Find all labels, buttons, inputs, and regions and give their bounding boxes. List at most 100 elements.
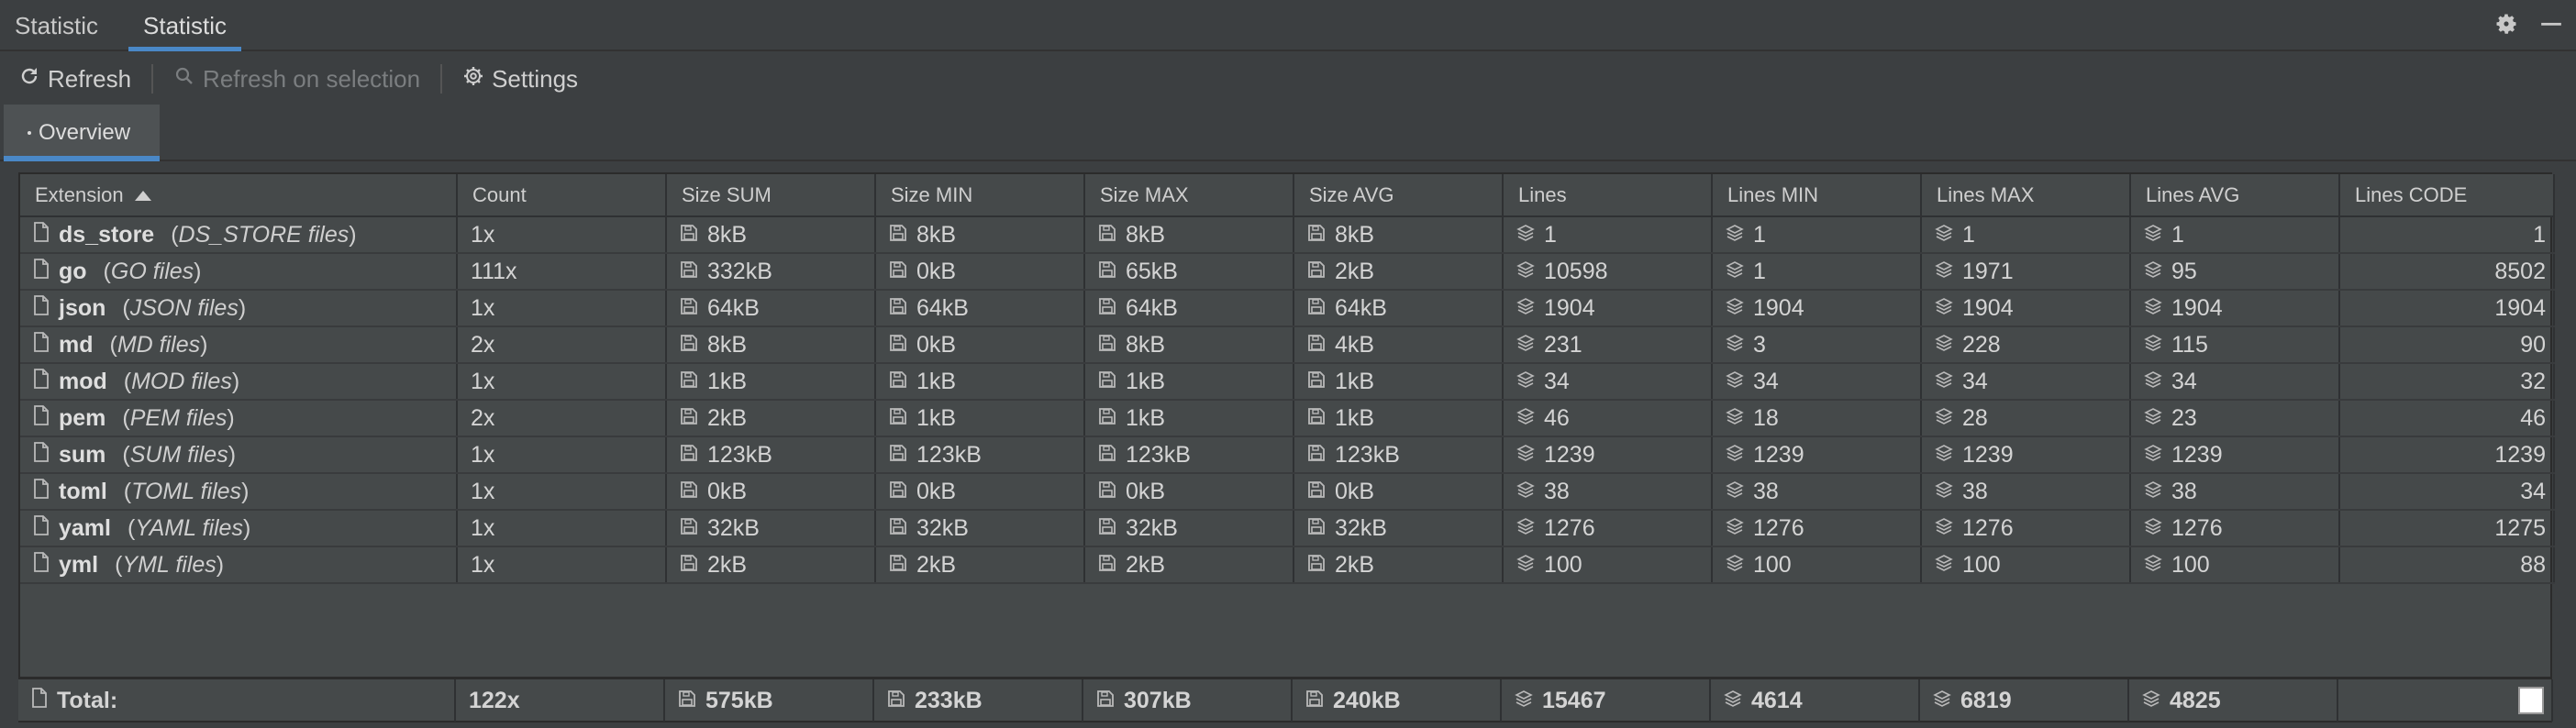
table-row[interactable]: pem (PEM files) 2x 2kB 1kB 1kB 1kB 46 18 28 23 46 xyxy=(20,400,2555,437)
cell-size-sum: 332kB xyxy=(666,253,876,291)
cell-lines-min: 3 xyxy=(1712,326,1922,364)
column-header-lines-max[interactable]: Lines MAX xyxy=(1921,174,2131,217)
cell-lines-max: 34 xyxy=(1921,363,2131,401)
layers-icon xyxy=(2142,688,2160,714)
table-row[interactable]: json (JSON files) 1x 64kB 64kB 64kB 64kB 1904 19… xyxy=(20,290,2555,327)
search-icon xyxy=(173,65,195,94)
table-row[interactable]: ds_store (DS_STORE files) 1x 8kB 8kB 8kB 8kB 1 1… xyxy=(20,216,2555,254)
layers-icon xyxy=(1726,479,1744,505)
table-row[interactable]: yaml (YAML files) 1x 32kB 32kB 32kB 32kB 1276 12… xyxy=(20,510,2555,547)
disk-icon xyxy=(1098,405,1116,432)
refresh-icon xyxy=(18,65,40,94)
cell-lines-code: 1904 xyxy=(2339,290,2555,327)
file-icon xyxy=(33,331,50,358)
disk-icon xyxy=(1096,688,1115,714)
layers-icon xyxy=(2144,332,2162,358)
disk-icon xyxy=(678,688,696,714)
total-size-min: 233kB xyxy=(873,679,1083,722)
cell-lines-avg: 1904 xyxy=(2130,290,2340,327)
layers-icon xyxy=(2144,405,2162,432)
cell-lines-code: 46 xyxy=(2339,400,2555,437)
cell-lines-max: 1 xyxy=(1921,216,2131,254)
table-row[interactable]: yml (YML files) 1x 2kB 2kB 2kB 2kB 100 100 100 100… xyxy=(20,546,2555,584)
cell-size-sum: 0kB xyxy=(666,473,876,511)
column-header-lines-avg[interactable]: Lines AVG xyxy=(2130,174,2340,217)
cell-lines-min: 100 xyxy=(1712,546,1922,584)
column-header-count[interactable]: Count xyxy=(457,174,667,217)
total-lines-avg: 4825 xyxy=(2128,679,2338,722)
table-row[interactable]: go (GO files) 111x 332kB 0kB 65kB 2kB 10598 1 197… xyxy=(20,253,2555,291)
cell-lines-min: 1 xyxy=(1712,253,1922,291)
cell-size-min: 1kB xyxy=(875,400,1085,437)
settings-button[interactable]: Settings xyxy=(462,53,578,105)
tab-overview[interactable]: Overview xyxy=(4,105,160,161)
settings-gear-icon xyxy=(462,65,484,94)
cell-size-max: 0kB xyxy=(1084,473,1294,511)
disk-icon xyxy=(889,515,907,542)
tab-statistic-2[interactable]: Statistic xyxy=(128,0,242,51)
column-header-lines-code[interactable]: Lines CODE xyxy=(2339,174,2555,217)
disk-icon xyxy=(889,405,907,432)
cell-lines-min: 1904 xyxy=(1712,290,1922,327)
layers-icon xyxy=(2144,515,2162,542)
layers-icon xyxy=(1935,442,1953,469)
column-header-lines-min[interactable]: Lines MIN xyxy=(1712,174,1922,217)
disk-icon xyxy=(1307,479,1326,505)
cell-extension: go (GO files) xyxy=(20,253,458,291)
disk-icon xyxy=(1307,295,1326,322)
file-icon xyxy=(33,221,50,248)
column-header-size-max[interactable]: Size MAX xyxy=(1084,174,1294,217)
refresh-on-selection-button[interactable]: Refresh on selection xyxy=(173,53,420,105)
refresh-label: Refresh xyxy=(48,64,132,93)
layers-icon xyxy=(1515,688,1533,714)
cell-size-max: 65kB xyxy=(1084,253,1294,291)
disk-icon xyxy=(1307,442,1326,469)
cell-size-avg: 64kB xyxy=(1294,290,1504,327)
cell-size-max: 8kB xyxy=(1084,216,1294,254)
content-tabs: Overview xyxy=(0,105,2576,161)
gear-icon[interactable] xyxy=(2493,11,2519,41)
column-header-extension[interactable]: Extension xyxy=(20,174,458,217)
sort-ascending-icon xyxy=(134,191,151,202)
cell-lines: 1904 xyxy=(1503,290,1713,327)
cell-size-min: 0kB xyxy=(875,253,1085,291)
cell-size-avg: 2kB xyxy=(1294,253,1504,291)
total-lines-max: 6819 xyxy=(1919,679,2129,722)
column-header-size-sum[interactable]: Size SUM xyxy=(666,174,876,217)
tab-statistic-1[interactable]: Statistic xyxy=(0,0,113,51)
layers-icon xyxy=(1935,405,1953,432)
layers-icon xyxy=(1726,515,1744,542)
disk-icon xyxy=(1307,222,1326,248)
column-header-size-avg[interactable]: Size AVG xyxy=(1294,174,1504,217)
column-header-lines[interactable]: Lines xyxy=(1503,174,1713,217)
table-row[interactable]: sum (SUM files) 1x 123kB 123kB 123kB 123kB 1239… xyxy=(20,436,2555,474)
layers-icon xyxy=(1933,688,1951,714)
cell-size-min: 0kB xyxy=(875,473,1085,511)
refresh-button[interactable]: Refresh xyxy=(18,53,131,105)
layers-icon xyxy=(1516,295,1535,322)
statistics-table: Extension Count Size SUM Size MIN Size M… xyxy=(18,172,2555,722)
layers-icon xyxy=(1935,259,1953,285)
table-row[interactable]: md (MD files) 2x 8kB 0kB 8kB 4kB 231 3 228 115 90 xyxy=(20,326,2555,364)
layers-icon xyxy=(1935,552,1953,579)
cell-lines-code: 32 xyxy=(2339,363,2555,401)
cell-size-min: 8kB xyxy=(875,216,1085,254)
disk-icon xyxy=(680,479,698,505)
file-icon xyxy=(33,514,50,542)
cell-count: 2x xyxy=(457,400,667,437)
total-row: Total: 122x 575kB 233kB 307kB 240kB 15467 4614 6… xyxy=(18,677,2553,722)
disk-icon xyxy=(680,405,698,432)
table-row[interactable]: toml (TOML files) 1x 0kB 0kB 0kB 0kB 38 38 38 38 34 xyxy=(20,473,2555,511)
layers-icon xyxy=(2144,295,2162,322)
file-icon xyxy=(31,687,48,714)
tab-overview-label: Overview xyxy=(39,120,131,145)
layers-icon xyxy=(1726,332,1744,358)
cell-count: 1x xyxy=(457,363,667,401)
cell-size-sum: 64kB xyxy=(666,290,876,327)
minimize-icon[interactable] xyxy=(2539,12,2563,40)
cell-lines-avg: 23 xyxy=(2130,400,2340,437)
layers-icon xyxy=(1516,332,1535,358)
table-row[interactable]: mod (MOD files) 1x 1kB 1kB 1kB 1kB 34 34 34 34 32 xyxy=(20,363,2555,401)
cell-lines-max: 1239 xyxy=(1921,436,2131,474)
column-header-size-min[interactable]: Size MIN xyxy=(875,174,1085,217)
